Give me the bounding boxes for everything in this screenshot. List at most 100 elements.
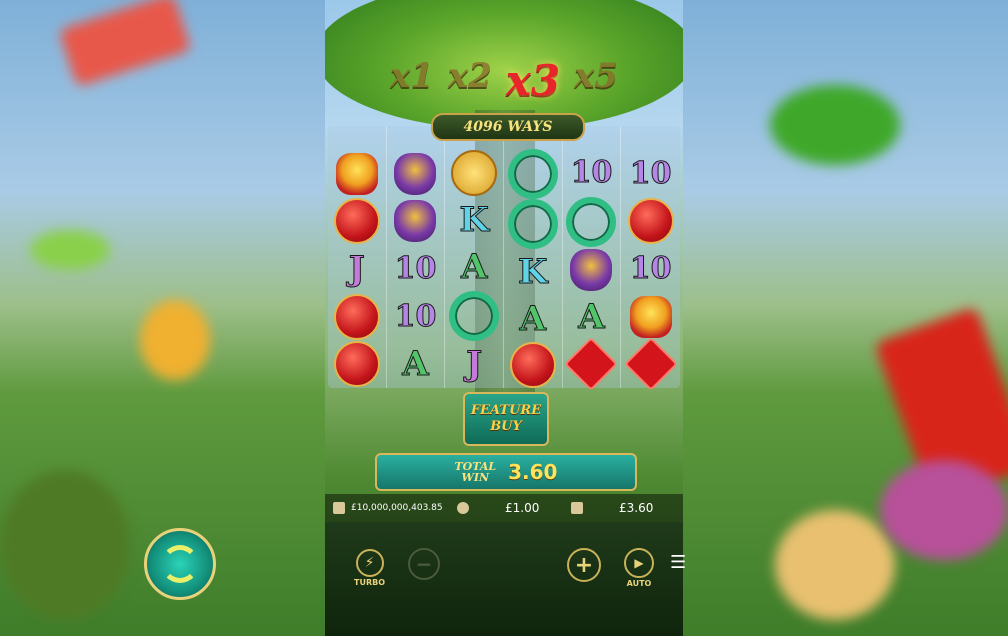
reel-cell — [621, 293, 680, 341]
reel-cell: 10 — [387, 245, 445, 293]
symbol-a: A — [578, 297, 605, 338]
reel-cell — [387, 150, 445, 198]
reel-cell: J — [328, 245, 386, 293]
reel-cell — [445, 150, 503, 197]
jade-pendant-icon — [507, 199, 558, 250]
decrease-bet-button[interactable]: − — [408, 548, 440, 580]
treasure-icon — [571, 502, 583, 514]
turbo-button[interactable]: ⚡ TURBO — [354, 549, 385, 587]
treasure-coins-icon — [335, 152, 378, 195]
reel-cell — [328, 340, 386, 388]
background-bush-left — [0, 470, 130, 620]
reel-cell: 10 — [621, 245, 680, 293]
red-lantern-icon — [627, 198, 674, 245]
feature-buy-line1: FEATURE — [470, 403, 542, 418]
multiplier-x2: x2 — [447, 56, 492, 96]
ways-banner: 4096 WAYS — [431, 113, 585, 141]
multiplier-x1: x1 — [389, 56, 434, 96]
reel-column: 10 A — [563, 126, 622, 392]
bet-info[interactable]: £1.00 — [457, 501, 557, 515]
multiplier-x3-active: x3 — [505, 56, 561, 105]
reel-cell: 10 — [621, 150, 680, 198]
background-flowers-right — [880, 460, 1008, 560]
reel-cell — [328, 293, 386, 341]
treasure-bowl-icon — [629, 295, 672, 338]
bag-icon — [394, 152, 437, 195]
multiplier-row: x1 x2 x3 x5 — [325, 56, 683, 105]
reel-cell-partial — [621, 126, 680, 150]
balance-info[interactable]: £10,000,000,403.85 — [333, 502, 445, 514]
background-leaf-left — [30, 230, 110, 270]
jade-pendant-icon — [449, 290, 500, 341]
bet-value: £1.00 — [505, 501, 540, 515]
reel-cell — [504, 149, 562, 200]
symbol-10: 10 — [394, 250, 437, 286]
reel-cell — [328, 197, 386, 245]
red-lantern-icon — [333, 198, 380, 245]
background-envelope-left — [58, 0, 192, 88]
background-coin-right — [775, 510, 895, 620]
bag-icon — [394, 200, 437, 243]
symbol-10: 10 — [629, 250, 672, 286]
symbol-j: J — [466, 344, 483, 385]
reel-grid: J 10 10 A K A J K A 10 A 10 10 — [328, 126, 680, 392]
minus-icon: − — [408, 548, 440, 580]
reel-cell-partial — [328, 126, 386, 150]
wallet-icon — [333, 502, 345, 514]
reel-cell: J — [445, 341, 503, 388]
reel-cell: 10 — [387, 293, 445, 341]
multiplier-x5: x5 — [574, 56, 619, 96]
gold-coin-icon — [451, 150, 498, 197]
reel-cell — [621, 337, 680, 392]
symbol-a: A — [460, 247, 488, 288]
reel-cell — [563, 196, 621, 247]
reel-cell — [504, 341, 562, 388]
reel-cell — [621, 197, 680, 245]
reel-cell — [504, 199, 562, 250]
hamburger-icon: ☰ — [670, 552, 687, 573]
turbo-label: TURBO — [354, 578, 386, 587]
play-icon: ▶ — [624, 548, 654, 578]
feature-buy-button[interactable]: FEATURE BUY — [463, 392, 549, 446]
total-win-label: TOTAL WIN — [455, 461, 497, 483]
reel-column: 10 10 A — [387, 126, 446, 388]
reel-cell: A — [445, 244, 503, 291]
jade-pendant-icon — [566, 196, 617, 247]
reel-column: KA J — [445, 126, 504, 388]
auto-spin-button[interactable]: ▶ AUTO — [624, 548, 654, 588]
reel-cell — [445, 290, 503, 341]
background-leaf-right — [770, 85, 900, 165]
reel-cell: K — [445, 197, 503, 244]
reel-cell: A — [563, 294, 621, 341]
reel-cell: K — [504, 249, 562, 295]
balance-value: £10,000,000,403.85 — [351, 503, 443, 513]
background-coin-left — [140, 300, 210, 380]
red-lantern-icon — [333, 341, 380, 388]
menu-button[interactable]: ☰ — [670, 554, 686, 572]
jade-pendant-icon — [507, 149, 558, 200]
game-area: x1 x2 x3 x5 J 10 10 A K A J K A 10 A 10 10 4096 WAYS… — [325, 0, 683, 636]
coin-stack-icon — [457, 502, 469, 514]
increase-bet-button[interactable]: + — [567, 548, 601, 582]
symbol-j: J — [348, 248, 365, 289]
total-win-label-line2: WIN — [461, 471, 490, 484]
refresh-icon — [161, 545, 199, 583]
reel-cell — [328, 150, 386, 198]
reel-column: J — [328, 126, 387, 388]
symbol-10: 10 — [629, 155, 672, 191]
bag-icon — [570, 249, 613, 292]
total-win-value: 3.60 — [508, 460, 558, 484]
symbol-a: A — [519, 298, 547, 339]
chinese-knot-icon — [623, 337, 678, 392]
reel-cell — [563, 337, 621, 392]
total-win-bar: TOTAL WIN 3.60 — [375, 453, 637, 491]
symbol-10: 10 — [570, 155, 613, 191]
win-value: £3.60 — [619, 501, 654, 515]
red-lantern-icon — [509, 341, 556, 388]
lightning-icon: ⚡ — [355, 549, 384, 577]
chinese-knot-icon — [564, 337, 619, 392]
auto-label: AUTO — [626, 579, 652, 588]
reel-cell — [387, 197, 445, 245]
spin-button[interactable] — [144, 528, 216, 600]
feature-buy-line2: BUY — [490, 419, 522, 434]
